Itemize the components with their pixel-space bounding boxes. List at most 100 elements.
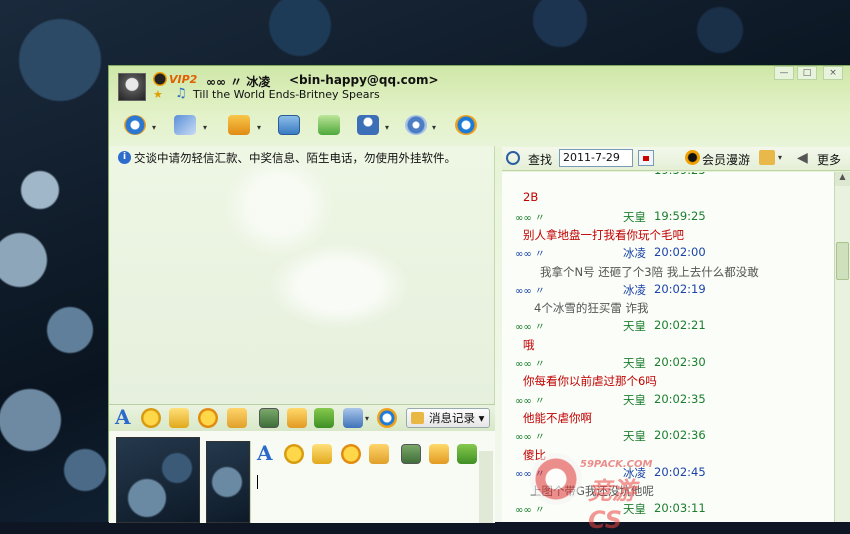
voice-call-caret-icon[interactable]: ▾ xyxy=(203,123,207,132)
message-header: ∞∞ 〃 冰凌 20:02:00 xyxy=(502,245,834,264)
nested-input-box[interactable]: A xyxy=(250,441,495,523)
emoji-icon[interactable] xyxy=(141,408,161,428)
chat-history-area[interactable] xyxy=(109,146,495,408)
message-header: ∞∞ 〃 冰凌 20:02:19 xyxy=(502,282,834,301)
message-header: ∞∞ 〃 天皇 20:02:35 xyxy=(502,392,834,411)
speaker-icon[interactable]: ◀ xyxy=(797,150,808,166)
shake-icon[interactable] xyxy=(341,444,361,464)
qq-status-icon xyxy=(153,72,167,86)
search-label[interactable]: 查找 xyxy=(528,151,552,168)
music-icon[interactable] xyxy=(287,408,307,428)
maximize-button[interactable]: □ xyxy=(797,66,817,80)
signature-song[interactable]: Till the World Ends-Britney Spears xyxy=(193,88,380,101)
title-bar: VIP2 ∞∞ 〃 冰凌 <bin-happy@qq.com> ★ ♫ Till… xyxy=(109,66,850,148)
emoji-icon[interactable] xyxy=(284,444,304,464)
image-icon[interactable] xyxy=(401,444,421,464)
create-group-icon[interactable] xyxy=(315,111,343,139)
message-sender: 冰凌 xyxy=(623,282,646,297)
message-body: 别人拿地盘一打我看你玩个毛吧 xyxy=(502,227,834,246)
message-time: 20:02:35 xyxy=(654,391,706,406)
settings-icon[interactable] xyxy=(402,111,430,139)
send-file-caret-icon[interactable]: ▾ xyxy=(257,123,261,132)
screenshot-caret-icon[interactable]: ▾ xyxy=(365,414,369,423)
message-text: 你每看你以前虐过那个6吗 xyxy=(523,374,657,389)
font-icon[interactable]: A xyxy=(257,441,277,465)
message-sender: 天皇 xyxy=(623,429,646,444)
screenshot-icon[interactable] xyxy=(343,408,363,428)
soso-icon[interactable] xyxy=(452,111,480,139)
close-button[interactable]: × xyxy=(823,66,843,80)
input-toolbar: A ▾ 消息记录 ▾ xyxy=(109,404,495,431)
contact-profile-icon[interactable] xyxy=(354,111,382,139)
message-sender-nick: ∞∞ 〃 xyxy=(515,322,545,334)
message-time: 19:59:25 xyxy=(654,208,706,223)
scroll-thumb[interactable] xyxy=(836,242,849,280)
thumbs-up-icon[interactable] xyxy=(369,444,389,464)
gift-icon[interactable] xyxy=(314,408,334,428)
message-body: 2B xyxy=(502,190,834,209)
message-sender: 天皇 xyxy=(623,392,646,407)
input-area[interactable]: A xyxy=(109,431,495,523)
message-header: 19:59:25 xyxy=(502,172,834,182)
minimize-button[interactable]: — xyxy=(774,66,794,80)
message-history-label: 消息记录 xyxy=(429,411,475,425)
history-toolbar: 查找 2011-7-29 会员漫游 ▾ ◀ 更多 xyxy=(502,147,850,171)
message-body: 他能不虐你啊 xyxy=(502,410,834,429)
music-icon[interactable] xyxy=(429,444,449,464)
vip-badge[interactable]: VIP2 xyxy=(169,73,197,86)
watermark-logo-icon xyxy=(530,453,582,505)
remote-desktop-icon[interactable] xyxy=(275,111,303,139)
message-body: 哦 xyxy=(502,337,834,356)
image-icon[interactable] xyxy=(259,408,279,428)
nested-input-toolbar: A xyxy=(251,441,496,468)
contact-avatar[interactable] xyxy=(118,73,146,101)
info-icon: i xyxy=(118,151,131,164)
search-icon[interactable] xyxy=(506,151,520,165)
date-input[interactable]: 2011-7-29 xyxy=(559,149,633,167)
message-text: 哦 xyxy=(523,337,535,352)
watermark-site: 59PACK.COM xyxy=(580,459,653,470)
gift-icon[interactable] xyxy=(457,444,477,464)
thumbs-up-icon[interactable] xyxy=(227,408,247,428)
calendar-icon[interactable] xyxy=(638,150,654,166)
magic-emoji-icon[interactable] xyxy=(169,408,189,428)
export-caret-icon[interactable]: ▾ xyxy=(778,153,782,162)
message-text: 4个冰雪的狂买雷 诈我 xyxy=(534,301,649,316)
more-button[interactable]: 更多 xyxy=(817,151,841,168)
message-sender-nick: ∞∞ 〃 xyxy=(515,212,545,224)
message-time: 19:59:25 xyxy=(654,172,706,177)
screenshot-thumbnail-2 xyxy=(206,441,250,523)
settings-caret-icon[interactable]: ▾ xyxy=(432,123,436,132)
voice-call-icon[interactable] xyxy=(171,111,199,139)
message-time: 20:02:19 xyxy=(654,281,706,296)
shake-icon[interactable] xyxy=(198,408,218,428)
message-sender: 天皇 xyxy=(623,319,646,334)
magic-emoji-icon[interactable] xyxy=(312,444,332,464)
message-sender-nick: ∞∞ 〃 xyxy=(515,395,545,407)
video-call-icon[interactable] xyxy=(121,111,149,139)
message-sender-nick: ∞∞ 〃 xyxy=(515,249,545,261)
message-body: 我拿个N号 还砸了个3陪 我上去什么都没敢 xyxy=(502,264,834,283)
vip-roam-link[interactable]: 会员漫游 xyxy=(702,151,750,168)
crown-icon: ★ xyxy=(153,88,163,101)
message-sender: 天皇 xyxy=(623,356,646,370)
message-time: 20:02:30 xyxy=(654,355,706,369)
contact-profile-caret-icon[interactable]: ▾ xyxy=(385,123,389,132)
message-log-scrollbar[interactable]: ▲ xyxy=(834,172,850,522)
message-time: 20:02:21 xyxy=(654,318,706,333)
export-icon[interactable] xyxy=(759,150,775,165)
soso-search-icon[interactable] xyxy=(377,408,397,428)
message-header: ∞∞ 〃 天皇 19:59:25 xyxy=(502,209,834,228)
message-sender: 冰凌 xyxy=(623,246,646,261)
watermark: 59PACK.COM 竞游CS xyxy=(530,445,670,534)
security-notice: 交谈中请勿轻信汇款、中奖信息、陌生电话，勿使用外挂软件。 xyxy=(134,151,456,165)
video-call-caret-icon[interactable]: ▾ xyxy=(152,123,156,132)
message-body: 4个冰雪的狂买雷 诈我 xyxy=(502,300,834,319)
scroll-up-icon[interactable]: ▲ xyxy=(835,172,850,186)
send-file-icon[interactable] xyxy=(225,111,253,139)
input-scrollbar[interactable] xyxy=(479,451,493,523)
message-history-button[interactable]: 消息记录 ▾ xyxy=(406,408,490,428)
message-body: 你每看你以前虐过那个6吗 xyxy=(502,373,834,392)
message-time: 20:02:36 xyxy=(654,428,706,443)
font-icon[interactable]: A xyxy=(115,405,135,429)
